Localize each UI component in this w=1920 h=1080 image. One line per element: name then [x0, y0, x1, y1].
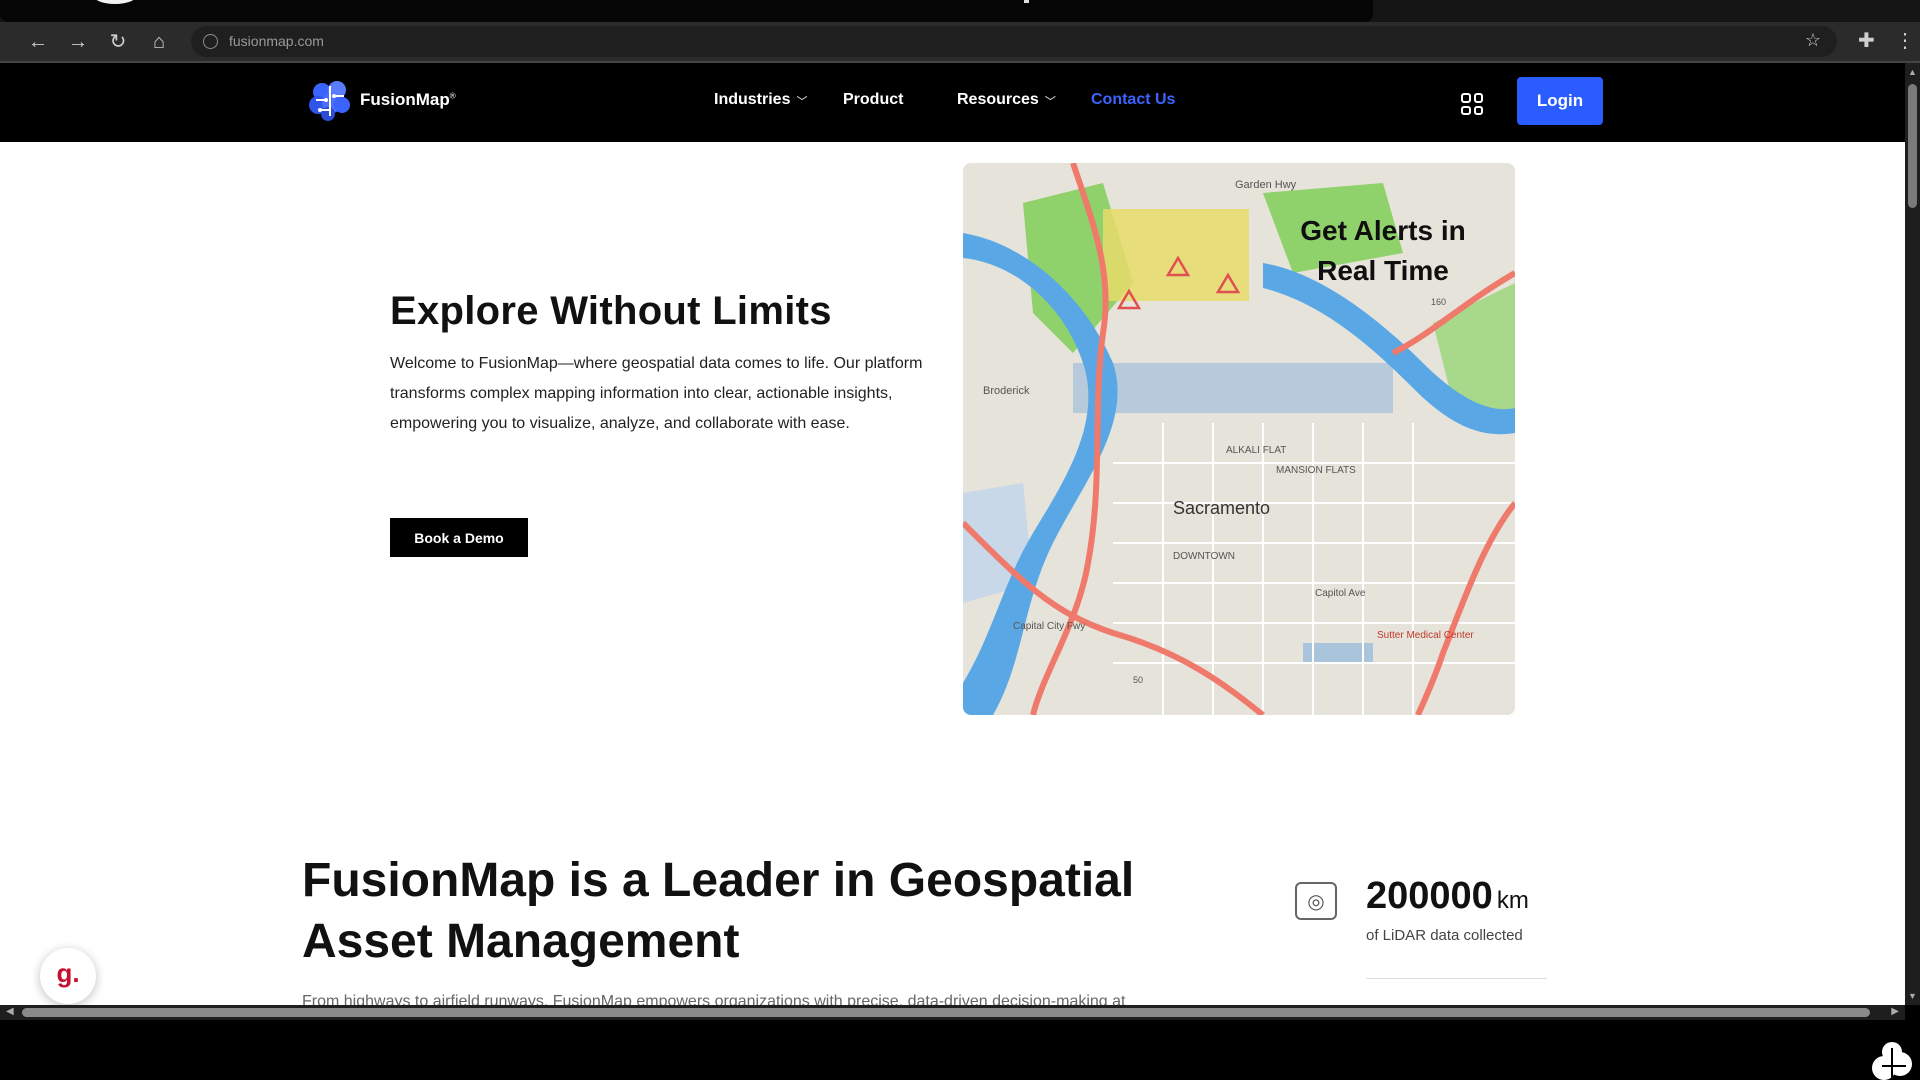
nav-industries[interactable]: Industries ﹀ [714, 91, 807, 109]
nav-resources-label: Resources [957, 91, 1039, 108]
leader-section-title: FusionMap is a Leader in Geospatial Asse… [302, 854, 1135, 968]
map-label: Broderick [983, 385, 1030, 397]
map-label: Sutter Medical Center [1377, 630, 1474, 641]
nav-contact-label: Contact Us [1091, 91, 1176, 108]
extensions-icon[interactable]: ✚ [1858, 28, 1875, 53]
nav-resources[interactable]: Resources ﹀ [957, 91, 1056, 109]
back-icon[interactable]: ← [24, 28, 52, 56]
stat-label: of LiDAR data collected [1366, 927, 1523, 944]
vertical-scroll-thumb[interactable] [1908, 84, 1917, 208]
menu-icon[interactable]: ⋮ [1895, 28, 1915, 53]
map-alert-heading: Get Alerts in Real Time [1300, 215, 1466, 286]
chat-widget-button[interactable]: g. [40, 948, 96, 1004]
taskbar-area [0, 1020, 1920, 1080]
map-label: ALKALI FLAT [1226, 445, 1287, 456]
forward-icon[interactable]: → [64, 28, 92, 56]
nav-contact-us[interactable]: Contact Us [1091, 91, 1175, 109]
brand-name: FusionMap® [360, 90, 456, 110]
chevron-down-icon: ﹀ [1044, 96, 1056, 108]
scroll-right-icon[interactable]: ▶ [1891, 1006, 1899, 1017]
alerts-map-image: Get Alerts in Real Time Sacramento Garde… [963, 163, 1515, 715]
chevron-down-icon: ﹀ [796, 96, 808, 108]
map-label: 50 [1133, 675, 1144, 685]
map-label: Garden Hwy [1235, 179, 1297, 191]
leader-section-text: From highways to airfield runways, Fusio… [302, 993, 1126, 1005]
brand-logo[interactable]: FusionMap® [306, 76, 456, 124]
site-info-icon[interactable] [203, 34, 218, 49]
login-button[interactable]: Login [1517, 77, 1603, 125]
map-label: DOWNTOWN [1173, 551, 1236, 562]
site-header: FusionMap® Industries ﹀ Product Resources… [0, 63, 1905, 142]
scroll-up-icon[interactable]: ▲ [1908, 67, 1917, 77]
stat-unit: km [1496, 887, 1529, 914]
map-label: Capital City Fwy [1013, 621, 1086, 632]
hero-description: Welcome to FusionMap—where geospatial da… [390, 355, 923, 432]
stat-number: 200000 [1366, 875, 1493, 917]
scroll-left-icon[interactable]: ◀ [6, 1006, 14, 1017]
map-label: Capitol Ave [1315, 588, 1366, 599]
scroll-down-icon[interactable]: ▼ [1908, 991, 1917, 1001]
home-icon[interactable]: ⌂ [145, 28, 173, 56]
map-label: 160 [1431, 297, 1447, 307]
brand-text: FusionMap [360, 90, 450, 109]
vertical-scrollbar[interactable]: ▲ ▼ [1905, 63, 1920, 1005]
map-label: MANSION FLATS [1276, 465, 1356, 476]
hero-title: Explore Without Limits [390, 289, 832, 333]
map-city-label: Sacramento [1173, 498, 1271, 518]
book-demo-button[interactable]: Book a Demo [390, 518, 528, 557]
browser-toolbar: ← → ↻ ⌂ fusionmap.com ☆ ✚ ⋮ [0, 22, 1920, 61]
horizontal-scroll-thumb[interactable] [22, 1008, 1870, 1017]
brain-logo-icon [1872, 1042, 1912, 1080]
address-bar[interactable]: fusionmap.com ☆ [191, 26, 1837, 57]
brain-logo-icon [309, 81, 350, 121]
stat-divider [1366, 978, 1547, 979]
stat-value: 200000 km [1366, 875, 1529, 918]
tab-indicator [1024, 0, 1029, 3]
page-viewport: FusionMap® Industries ﹀ Product Resources… [0, 63, 1905, 1005]
browser-tabstrip [0, 0, 1920, 22]
nav-product-label: Product [843, 91, 904, 108]
reload-icon[interactable]: ↻ [104, 28, 132, 56]
apps-grid-icon[interactable] [1461, 93, 1483, 115]
lidar-camera-icon: ◎ [1295, 882, 1337, 920]
registered-mark: ® [449, 91, 456, 101]
bookmark-star-icon[interactable]: ☆ [1805, 30, 1821, 51]
nav-industries-label: Industries [714, 91, 791, 108]
url-text[interactable]: fusionmap.com [229, 33, 324, 49]
active-tab[interactable] [0, 0, 1373, 22]
horizontal-scrollbar[interactable]: ◀ ▶ [0, 1005, 1905, 1020]
nav-product[interactable]: Product [843, 91, 903, 109]
